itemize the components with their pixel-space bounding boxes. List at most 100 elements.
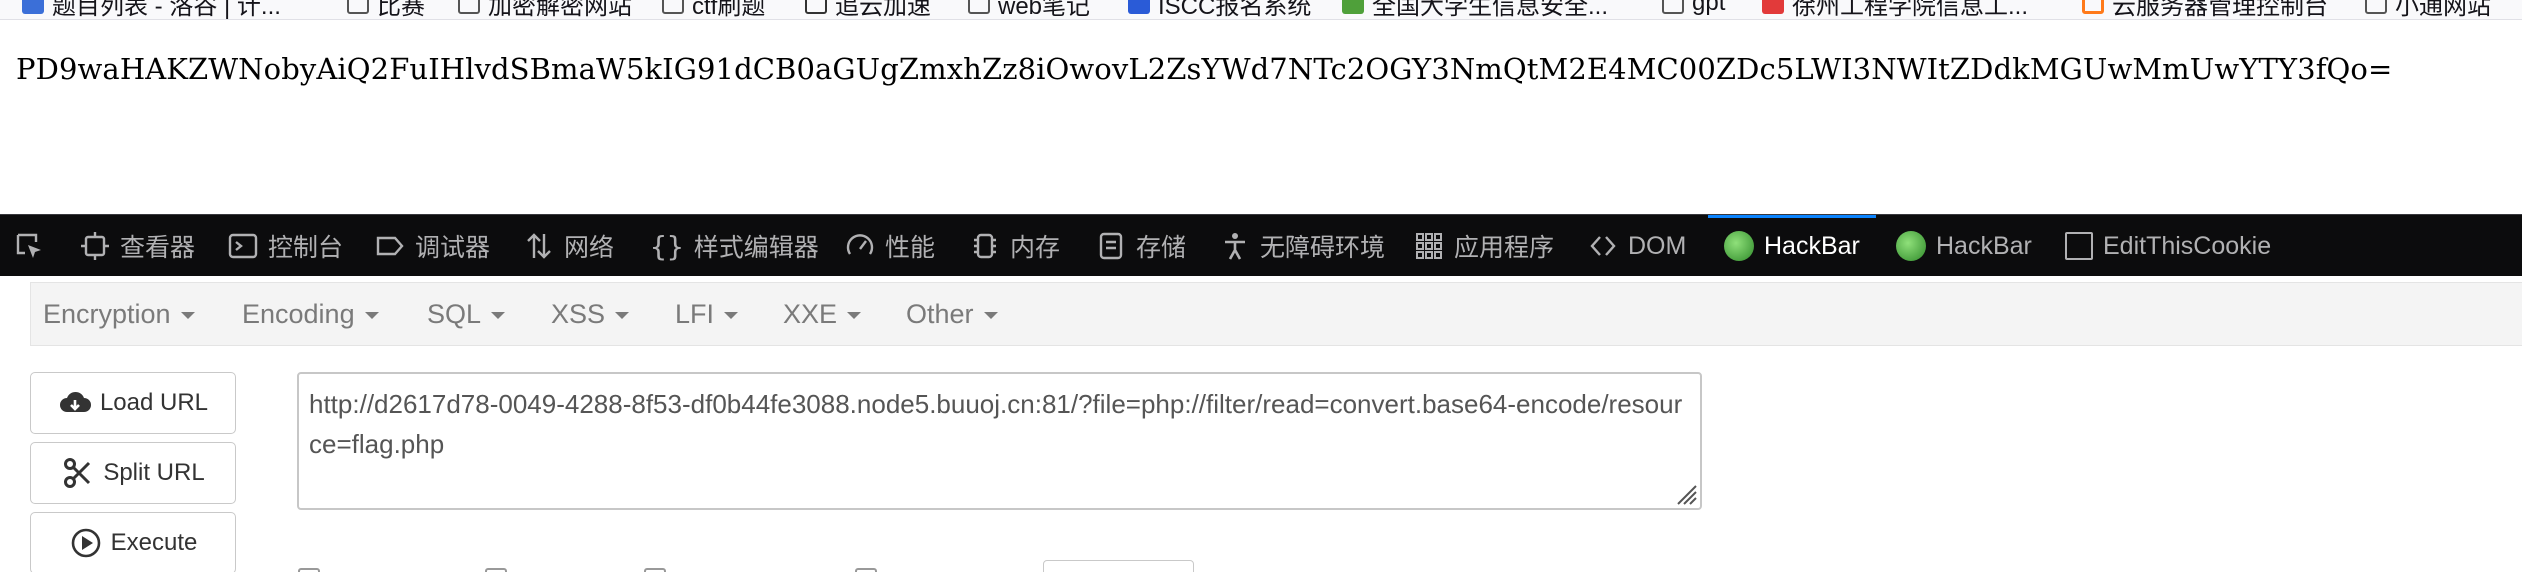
post-data-checkbox[interactable]: [298, 568, 320, 572]
folder-icon: [458, 0, 480, 14]
bookmark-iscc[interactable]: ISCC报名系统: [1128, 0, 1312, 20]
hackbar-icon: [1724, 231, 1754, 261]
bookmark-crypto-sites[interactable]: 加密解密网站: [458, 0, 632, 19]
bookmark-ciscn[interactable]: 全国大学生信息安全...: [1342, 0, 1609, 20]
folder-icon: [968, 0, 990, 14]
element-picker-icon: [16, 233, 41, 258]
tab-label: HackBar: [1764, 231, 1860, 260]
tab-network[interactable]: 网络: [524, 215, 614, 277]
tab-storage[interactable]: 存储: [1096, 215, 1186, 277]
button-label: Split URL: [103, 459, 205, 486]
hackbar-panel: Encryption Encoding SQL XSS LFI XXE Othe…: [0, 276, 2522, 572]
tab-inspector[interactable]: 查看器: [80, 215, 195, 277]
tab-label: HackBar: [1936, 231, 2032, 260]
globe-icon: [805, 0, 827, 14]
tab-performance[interactable]: 性能: [845, 215, 935, 277]
tab-editthiscookie[interactable]: EditThisCookie: [2065, 215, 2271, 277]
tab-accessibility[interactable]: 无障碍环境: [1220, 215, 1385, 277]
tab-label: 调试器: [415, 234, 491, 262]
aliyun-icon: [2082, 0, 2104, 14]
tab-label: 性能: [885, 234, 936, 262]
cookies-checkbox[interactable]: [855, 568, 877, 572]
menu-encryption[interactable]: Encryption: [43, 283, 195, 345]
caret-down-icon: [847, 311, 862, 319]
folder-icon: [662, 0, 684, 14]
tab-label: 无障碍环境: [1260, 234, 1386, 262]
debugger-icon: [376, 236, 404, 256]
play-circle-icon: [71, 528, 100, 558]
tab-hackbar[interactable]: HackBar: [1896, 215, 2032, 277]
caret-down-icon: [615, 311, 630, 319]
tab-memory[interactable]: 内存: [970, 215, 1060, 277]
menu-label: LFI: [675, 298, 715, 329]
bookmark-gpt[interactable]: gpt: [1662, 0, 1725, 18]
network-icon: [527, 233, 551, 259]
tab-label: EditThisCookie: [2103, 231, 2272, 260]
folder-icon: [1662, 0, 1684, 14]
menu-lfi[interactable]: LFI: [675, 283, 739, 345]
element-picker-button[interactable]: [14, 215, 44, 277]
caret-down-icon: [364, 311, 379, 319]
scissors-icon: [64, 458, 91, 488]
bookmark-zhuiyun[interactable]: 追云加速: [805, 0, 931, 20]
dom-icon: [1590, 236, 1616, 256]
inspector-icon: [81, 232, 109, 260]
storage-icon: [1099, 232, 1123, 260]
tab-hackbar-active[interactable]: HackBar: [1708, 215, 1876, 277]
user-agent-checkbox[interactable]: [644, 568, 666, 572]
tab-label: 内存: [1010, 234, 1061, 262]
caret-down-icon: [983, 311, 998, 319]
resize-grip-icon[interactable]: [1672, 480, 1698, 506]
bookmark-label: 全国大学生信息安全...: [1372, 0, 1609, 20]
button-label: Execute: [110, 529, 198, 556]
menu-label: Other: [906, 298, 974, 329]
menu-encoding[interactable]: Encoding: [242, 283, 379, 345]
tab-style-editor[interactable]: {} 样式编辑器: [650, 215, 819, 277]
red-logo-icon: [1762, 0, 1784, 14]
tab-label: DOM: [1628, 231, 1687, 260]
bookmark-xzit[interactable]: 徐州工程学院信息工...: [1762, 0, 2029, 20]
bookmark-bisai[interactable]: 比赛: [347, 0, 425, 19]
bookmark-label: ctf刷题: [692, 0, 766, 20]
bookmark-label: 追云加速: [835, 0, 931, 20]
caret-down-icon: [491, 311, 506, 319]
referer-checkbox[interactable]: [485, 568, 507, 572]
bookmark-label: 小通网站: [2395, 0, 2491, 20]
bookmarks-bar: 题目列表 - 洛谷 | 计... 比赛 加密解密网站 ctf刷题 追云加速 we…: [0, 0, 2522, 20]
menu-xss[interactable]: XSS: [551, 283, 630, 345]
menu-label: Encoding: [242, 298, 355, 329]
bookmark-label: 云服务器管理控制台: [2112, 0, 2328, 20]
page-output-text: PD9waHAKZWNobyAiQ2FuIHlvdSBmaW5kIG91dCB0…: [16, 52, 2393, 86]
clear-all-field[interactable]: [1043, 560, 1194, 572]
menu-sql[interactable]: SQL: [427, 283, 506, 345]
tab-label: 控制台: [268, 234, 344, 262]
tab-debugger[interactable]: 调试器: [375, 215, 490, 277]
bookmark-ctf[interactable]: ctf刷题: [662, 0, 766, 20]
application-icon: [1416, 233, 1442, 259]
green-logo-icon: [1342, 0, 1364, 14]
execute-button[interactable]: Execute: [30, 512, 236, 572]
caret-down-icon: [724, 311, 739, 319]
tab-application[interactable]: 应用程序: [1414, 215, 1554, 277]
memory-icon: [974, 233, 996, 259]
bookmark-luogu[interactable]: 题目列表 - 洛谷 | 计...: [22, 0, 281, 19]
bookmark-xiaotong[interactable]: 小通网站: [2365, 0, 2491, 20]
bookmark-label: 徐州工程学院信息工...: [1792, 0, 2029, 20]
url-textarea[interactable]: http://d2617d78-0049-4288-8f53-df0b44fe3…: [297, 372, 1702, 510]
menu-other[interactable]: Other: [906, 283, 998, 345]
hackbar-icon: [1896, 231, 1926, 261]
folder-icon: [347, 0, 369, 14]
menu-label: Encryption: [43, 298, 171, 329]
bookmark-label: ISCC报名系统: [1158, 0, 1312, 20]
tab-label: 存储: [1136, 234, 1187, 262]
tab-dom[interactable]: DOM: [1588, 215, 1686, 277]
bookmark-cloud-console[interactable]: 云服务器管理控制台: [2082, 0, 2328, 20]
devtools-toolbar: 查看器 控制台 调试器 网络 {} 样式编辑器 性能 内存 存储 无障碍环境 应…: [0, 214, 2522, 276]
caret-down-icon: [180, 311, 195, 319]
menu-xxe[interactable]: XXE: [783, 283, 862, 345]
load-url-button[interactable]: Load URL: [30, 372, 236, 434]
split-url-button[interactable]: Split URL: [30, 442, 236, 504]
console-icon: [228, 233, 258, 259]
tab-console[interactable]: 控制台: [228, 215, 343, 277]
bookmark-web-notes[interactable]: web笔记: [968, 0, 1090, 19]
